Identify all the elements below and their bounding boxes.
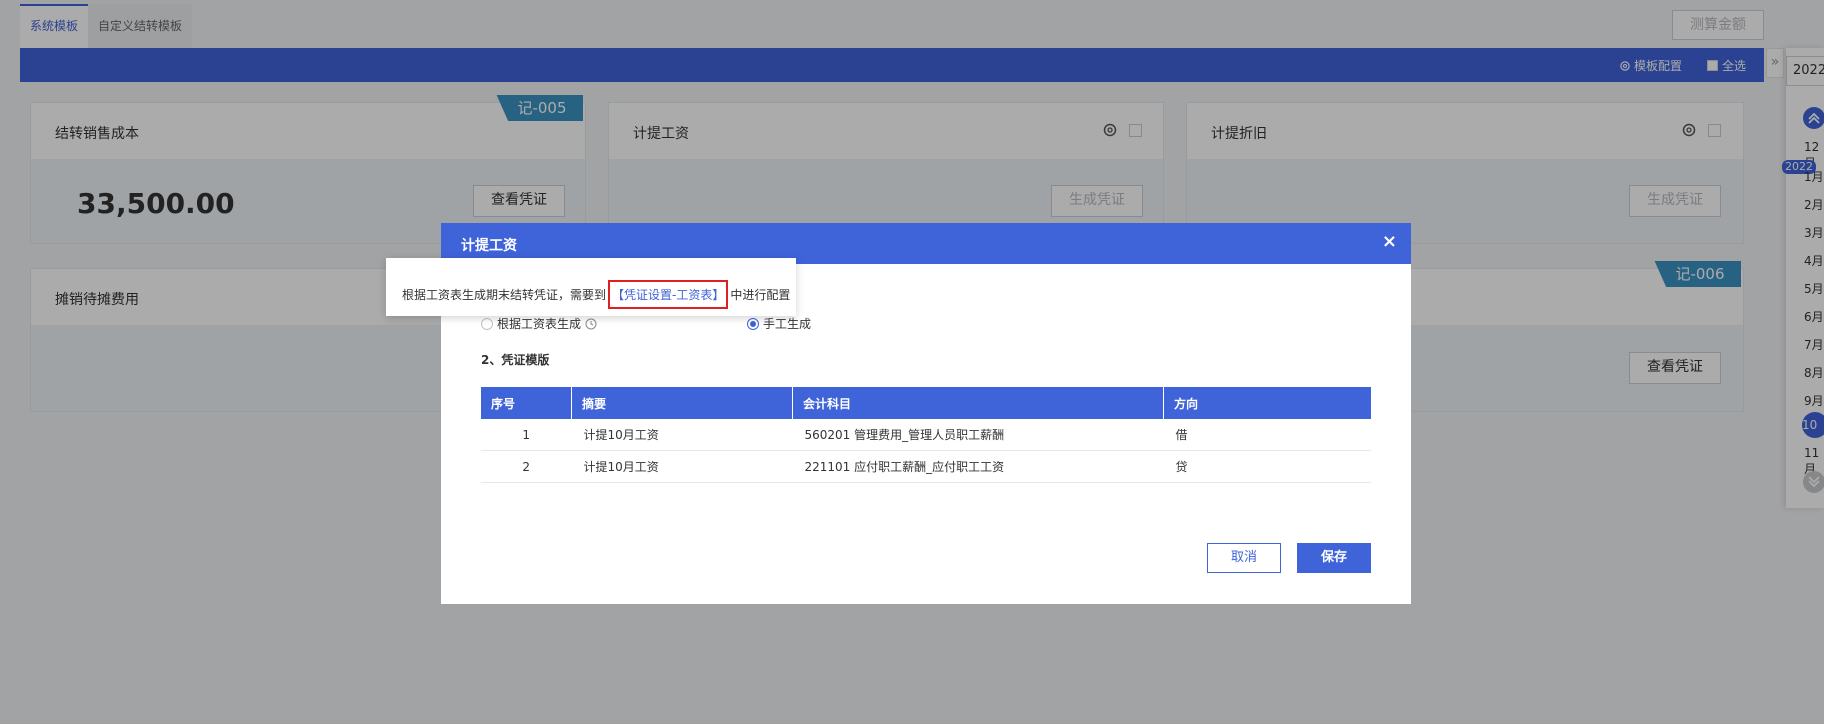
- cell-account: 221101 应付职工薪酬_应付职工工资: [792, 450, 1164, 483]
- tooltip-prefix: 根据工资表生成期末结转凭证，需要到: [402, 288, 607, 302]
- cell-no: 2: [481, 450, 572, 483]
- table-row: 2 计提10月工资 221101 应付职工薪酬_应付职工工资 贷: [481, 450, 1371, 483]
- option-manual-label: 手工生成: [763, 317, 812, 331]
- option-payroll-label: 根据工资表生成: [497, 317, 582, 331]
- info-clock-icon: [585, 318, 597, 329]
- option-manual[interactable]: 手工生成: [747, 315, 811, 332]
- voucher-template-table: 序号 摘要 会计科目 方向 1 计提10月工资 560201 管理费用_管理人员…: [481, 387, 1371, 483]
- col-account: 会计科目: [792, 387, 1164, 419]
- cell-no: 1: [481, 419, 572, 451]
- option-generate-from-payroll[interactable]: 根据工资表生成: [481, 315, 597, 332]
- cell-direction: 借: [1163, 419, 1371, 451]
- col-direction: 方向: [1163, 387, 1371, 419]
- voucher-settings-payroll-link[interactable]: 【凭证设置-工资表】: [608, 280, 729, 309]
- cell-direction: 贷: [1163, 450, 1371, 483]
- cell-account: 560201 管理费用_管理人员职工薪酬: [792, 419, 1164, 451]
- radio-payroll[interactable]: [481, 317, 493, 330]
- cell-summary: 计提10月工资: [571, 450, 793, 483]
- payroll-hint-tooltip: 根据工资表生成期末结转凭证，需要到 【凭证设置-工资表】 中进行配置: [386, 258, 796, 316]
- radio-manual[interactable]: [747, 317, 759, 330]
- table-row: 1 计提10月工资 560201 管理费用_管理人员职工薪酬 借: [481, 419, 1371, 451]
- cell-summary: 计提10月工资: [571, 419, 793, 451]
- col-no: 序号: [481, 387, 572, 419]
- col-summary: 摘要: [571, 387, 793, 419]
- tooltip-suffix: 中进行配置: [730, 288, 791, 302]
- dialog-title: 计提工资: [461, 238, 517, 254]
- save-button[interactable]: 保存: [1297, 543, 1371, 573]
- cancel-button[interactable]: 取消: [1207, 543, 1281, 573]
- tooltip-text: 根据工资表生成期末结转凭证，需要到 【凭证设置-工资表】 中进行配置: [402, 280, 790, 309]
- close-icon[interactable]: ×: [1382, 232, 1397, 252]
- section-title-template: 2、凭证模版: [481, 353, 550, 367]
